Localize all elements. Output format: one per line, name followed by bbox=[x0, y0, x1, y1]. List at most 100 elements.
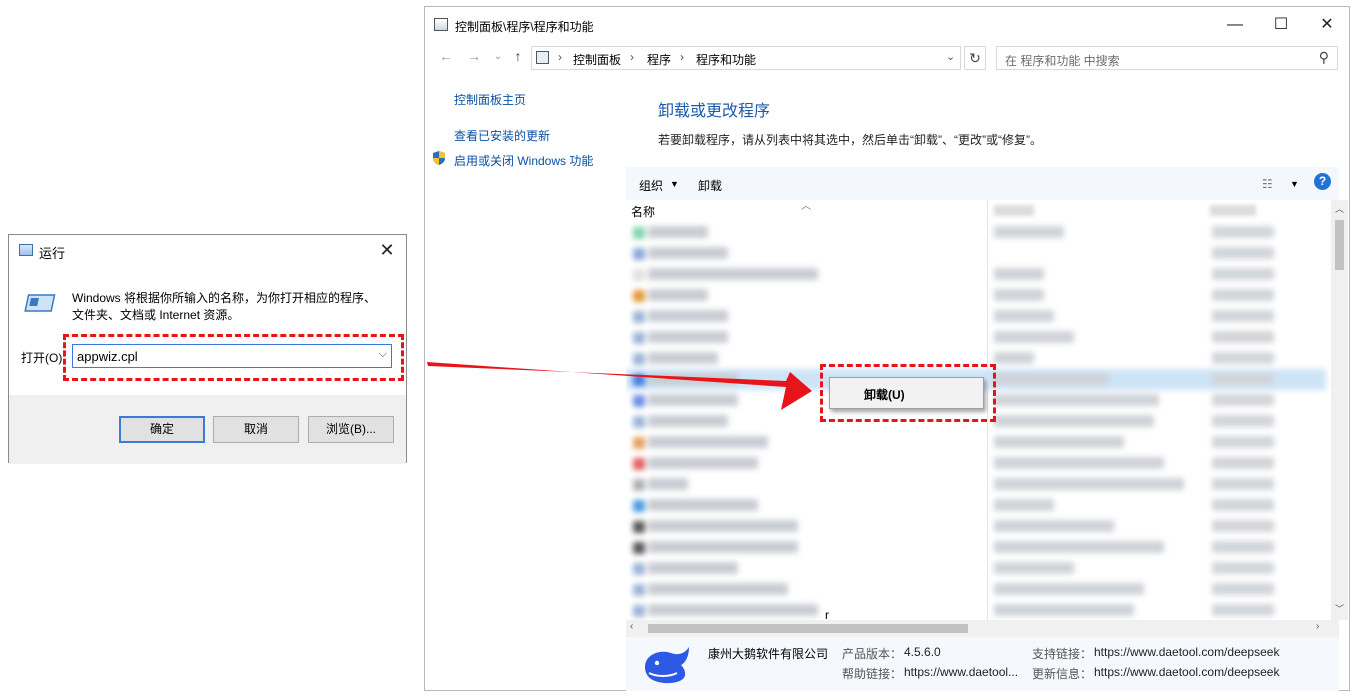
table-row[interactable] bbox=[626, 306, 1326, 327]
search-placeholder: 在 程序和功能 中搜索 bbox=[1005, 54, 1120, 68]
product-version-value: 4.5.6.0 bbox=[904, 645, 941, 659]
open-label: 打开(O): bbox=[21, 351, 66, 365]
program-icon bbox=[633, 584, 645, 596]
program-name-blurred bbox=[648, 562, 738, 574]
scroll-thumb[interactable] bbox=[1335, 220, 1344, 270]
install-date-blurred bbox=[1212, 289, 1274, 301]
program-name-blurred bbox=[648, 247, 728, 259]
update-info-value[interactable]: https://www.daetool.com/deepseek bbox=[1094, 665, 1279, 679]
breadcrumb-control-panel[interactable]: 控制面板 bbox=[573, 51, 621, 68]
scroll-right-icon[interactable]: › bbox=[1316, 621, 1319, 632]
table-row[interactable] bbox=[626, 600, 1326, 621]
table-row[interactable] bbox=[626, 495, 1326, 516]
address-bar[interactable]: › 控制面板 › 程序 › 程序和功能 ⌄ bbox=[531, 46, 961, 70]
column-header-installed-on[interactable] bbox=[1210, 205, 1256, 216]
recent-dropdown-icon[interactable]: ⌄ bbox=[489, 51, 507, 71]
cancel-button[interactable]: 取消 bbox=[213, 416, 299, 443]
program-name-blurred bbox=[648, 331, 728, 343]
program-name-blurred bbox=[648, 583, 788, 595]
ok-button[interactable]: 确定 bbox=[119, 416, 205, 443]
whale-logo-icon bbox=[645, 647, 689, 684]
breadcrumb-programs-features[interactable]: 程序和功能 bbox=[696, 51, 756, 68]
table-row[interactable] bbox=[626, 243, 1326, 264]
install-date-blurred bbox=[1212, 541, 1274, 553]
help-link-label: 帮助链接： bbox=[842, 667, 903, 681]
vertical-scrollbar[interactable]: ︿ ﹀ bbox=[1331, 200, 1348, 620]
dropdown-arrow-icon[interactable]: ▼ bbox=[1290, 179, 1299, 189]
support-link-value[interactable]: https://www.daetool.com/deepseek bbox=[1094, 645, 1279, 659]
publisher-blurred bbox=[994, 394, 1159, 406]
program-icon bbox=[633, 374, 645, 386]
forward-arrow-icon[interactable]: → bbox=[465, 48, 483, 68]
run-app-icon bbox=[19, 244, 33, 256]
nav-installed-updates[interactable]: 查看已安装的更新 bbox=[454, 127, 550, 144]
publisher-blurred bbox=[994, 373, 1109, 385]
publisher-blurred bbox=[994, 499, 1054, 511]
update-info-label: 更新信息： bbox=[1032, 667, 1093, 681]
program-name-blurred bbox=[648, 541, 798, 553]
browse-button[interactable]: 浏览(B)... bbox=[308, 416, 394, 443]
table-row[interactable] bbox=[626, 222, 1326, 243]
column-header-name[interactable]: 名称 bbox=[631, 203, 655, 220]
scroll-down-icon[interactable]: ﹀ bbox=[1335, 602, 1344, 615]
publisher-blurred bbox=[994, 436, 1124, 448]
publisher-name: 康州大鹅软件有限公司 bbox=[708, 647, 829, 661]
column-header-publisher[interactable] bbox=[994, 205, 1034, 216]
install-date-blurred bbox=[1212, 478, 1274, 490]
breadcrumb-separator-icon: › bbox=[630, 50, 634, 64]
table-row[interactable] bbox=[626, 579, 1326, 600]
sort-ascending-icon: ︿ bbox=[801, 201, 811, 212]
program-icon bbox=[633, 437, 645, 449]
nav-windows-features[interactable]: 启用或关闭 Windows 功能 bbox=[454, 152, 593, 169]
table-row[interactable] bbox=[626, 474, 1326, 495]
search-input[interactable]: 在 程序和功能 中搜索 ⚲ bbox=[996, 46, 1338, 70]
publisher-blurred bbox=[994, 415, 1154, 427]
view-options-icon[interactable]: ☷ bbox=[1262, 177, 1273, 191]
maximize-icon[interactable]: ☐ bbox=[1258, 13, 1304, 37]
scroll-up-icon[interactable]: ︿ bbox=[1335, 202, 1344, 215]
table-row[interactable] bbox=[626, 516, 1326, 537]
help-link-value[interactable]: https://www.daetool... bbox=[904, 665, 1018, 679]
table-row[interactable] bbox=[626, 285, 1326, 306]
up-arrow-icon[interactable]: ↑ bbox=[509, 48, 527, 68]
program-name-blurred bbox=[648, 394, 738, 406]
toolbar-uninstall-button[interactable]: 卸载 bbox=[698, 177, 722, 194]
close-icon[interactable]: ✕ bbox=[1304, 13, 1350, 37]
run-program-icon bbox=[24, 294, 56, 312]
horizontal-scrollbar[interactable]: ‹ › bbox=[626, 620, 1339, 637]
minimize-icon[interactable]: — bbox=[1212, 13, 1258, 37]
install-date-blurred bbox=[1212, 226, 1274, 238]
program-icon bbox=[633, 311, 645, 323]
program-name-blurred bbox=[648, 457, 758, 469]
program-name-blurred bbox=[648, 373, 738, 385]
refresh-icon[interactable]: ↻ bbox=[964, 46, 986, 70]
scroll-left-icon[interactable]: ‹ bbox=[630, 621, 633, 632]
back-arrow-icon[interactable]: ← bbox=[437, 48, 455, 68]
table-row[interactable] bbox=[626, 327, 1326, 348]
breadcrumb-programs[interactable]: 程序 bbox=[647, 51, 671, 68]
breadcrumb-separator-icon: › bbox=[558, 50, 562, 64]
help-icon[interactable]: ? bbox=[1314, 173, 1331, 190]
program-icon bbox=[633, 458, 645, 470]
table-row[interactable] bbox=[626, 432, 1326, 453]
scroll-thumb[interactable] bbox=[648, 624, 968, 633]
nav-control-panel-home[interactable]: 控制面板主页 bbox=[454, 91, 526, 108]
publisher-blurred bbox=[994, 352, 1034, 364]
organize-menu[interactable]: 组织 bbox=[639, 177, 663, 194]
table-row[interactable] bbox=[626, 537, 1326, 558]
chevron-down-icon[interactable]: ⌄ bbox=[946, 50, 955, 63]
uninstall-highlight-box bbox=[820, 364, 996, 422]
program-icon bbox=[633, 332, 645, 344]
table-row[interactable] bbox=[626, 453, 1326, 474]
publisher-blurred bbox=[994, 478, 1184, 490]
dropdown-arrow-icon[interactable]: ▼ bbox=[670, 179, 679, 189]
publisher-blurred bbox=[994, 583, 1144, 595]
close-icon[interactable]: ✕ bbox=[376, 239, 398, 261]
table-row[interactable] bbox=[626, 264, 1326, 285]
publisher-blurred bbox=[994, 457, 1164, 469]
table-row[interactable] bbox=[626, 558, 1326, 579]
publisher-blurred bbox=[994, 289, 1044, 301]
product-version-label: 产品版本： bbox=[842, 647, 903, 661]
input-highlight-box bbox=[63, 334, 404, 381]
publisher-blurred bbox=[994, 604, 1134, 616]
